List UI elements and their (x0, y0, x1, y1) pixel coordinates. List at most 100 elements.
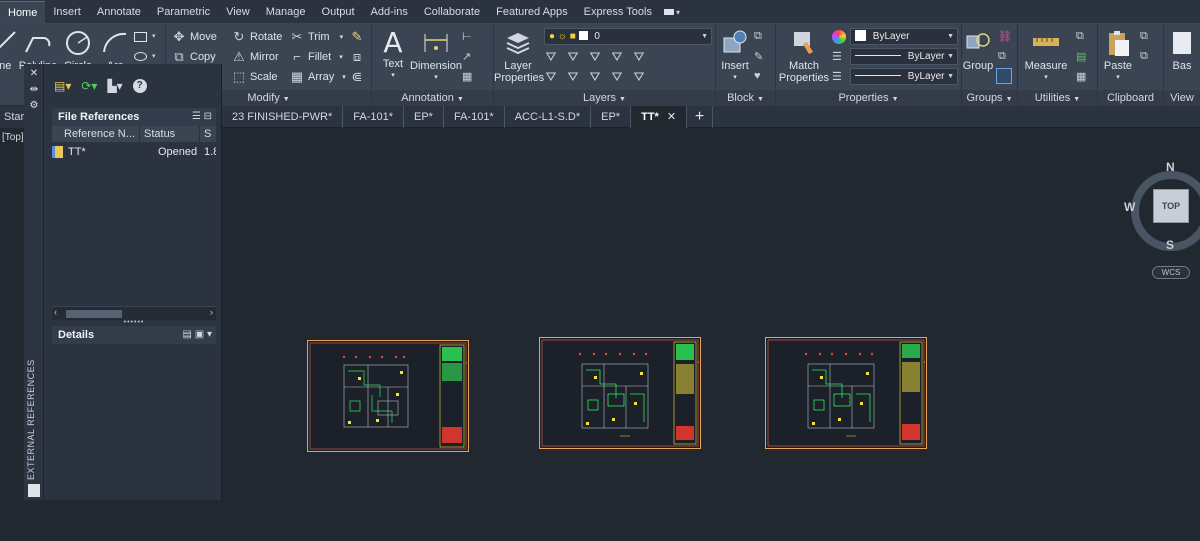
tab-manage[interactable]: Manage (258, 1, 314, 23)
layer-tool-icon[interactable]: ⛛ (566, 50, 580, 64)
compass-south[interactable]: S (1166, 238, 1174, 252)
file-tab[interactable]: FA-101* (444, 105, 505, 128)
erase-button[interactable]: ✎ (350, 30, 364, 44)
tab-featured-apps[interactable]: Featured Apps (488, 1, 576, 23)
viewcube-top-face[interactable]: TOP (1153, 189, 1189, 223)
offset-button[interactable]: ⋐ (350, 70, 364, 84)
list-view-icon[interactable]: ☰ ⊟ (192, 108, 212, 126)
compass-north[interactable]: N (1166, 160, 1175, 174)
properties-icon[interactable]: ⚙ (28, 100, 40, 112)
tab-collaborate[interactable]: Collaborate (416, 1, 488, 23)
tab-output[interactable]: Output (314, 1, 363, 23)
tab-view[interactable]: View (218, 1, 258, 23)
properties-panel-title[interactable]: Properties ▼ (776, 90, 961, 106)
file-tab[interactable]: FA-101* (343, 105, 404, 128)
trim-button[interactable]: ✂ Trim ▾ (290, 30, 344, 44)
details-header[interactable]: Details ▤ ▣ ▾ (52, 326, 216, 344)
layer-tool-icon[interactable]: ⛛ (544, 50, 558, 64)
group-selection-icon[interactable] (996, 68, 1012, 84)
file-tab[interactable]: EP* (404, 105, 444, 128)
clipboard-panel-title[interactable]: Clipboard (1098, 90, 1163, 106)
tab-express-tools[interactable]: Express Tools (576, 1, 660, 23)
details-view-icon[interactable]: ▤ ▣ ▾ (183, 326, 212, 344)
id-point-icon[interactable]: ▦ (1076, 70, 1090, 84)
tab-annotate[interactable]: Annotate (89, 1, 149, 23)
block-panel-title[interactable]: Block ▼ (716, 90, 775, 106)
layer-tool-icon[interactable]: ⛛ (632, 70, 646, 84)
text-button[interactable]: A Text ▾ (378, 28, 408, 82)
rectangle-icon[interactable] (134, 32, 147, 42)
leader-icon[interactable]: ↗ (462, 50, 476, 64)
help-icon[interactable]: ? (132, 79, 147, 93)
attach-dwg-icon[interactable]: ▤▾ (54, 79, 71, 93)
tab-parametric[interactable]: Parametric (149, 1, 218, 23)
tab-home[interactable]: Home (0, 1, 46, 23)
tab-insert[interactable]: Insert (45, 1, 89, 23)
table-icon[interactable]: ▦ (462, 70, 476, 84)
layer-tool-icon[interactable]: ⛛ (632, 50, 646, 64)
table-row[interactable]: TT* Opened 1.8 (52, 144, 216, 160)
refresh-icon[interactable]: ⟳▾ (81, 79, 97, 93)
tab-add-ins[interactable]: Add-ins (363, 1, 416, 23)
color-wheel-icon[interactable] (832, 30, 846, 44)
base-button[interactable]: Bas (1166, 28, 1198, 72)
layer-tool-icon[interactable]: ⛛ (610, 70, 624, 84)
viewcube[interactable]: N W S TOP WCS (1124, 160, 1200, 290)
scrollbar-thumb[interactable] (66, 310, 122, 318)
create-block-icon[interactable]: ⧉ (754, 30, 768, 44)
drawing-sheet[interactable] (307, 340, 484, 452)
layer-tool-icon[interactable]: ⛛ (610, 50, 624, 64)
linetype-dropdown[interactable]: ByLayer ▼ (850, 48, 958, 65)
layer-properties-button[interactable]: Layer Properties (494, 28, 544, 84)
color-dropdown[interactable]: ByLayer ▼ (850, 28, 958, 45)
scale-button[interactable]: ⬚ Scale (232, 70, 278, 84)
ungroup-icon[interactable]: ⛓ (998, 30, 1012, 44)
utilities-panel-title[interactable]: Utilities ▼ (1018, 90, 1097, 106)
calculator-icon[interactable]: ▤ (1076, 50, 1090, 64)
insert-button[interactable]: Insert ▾ (718, 28, 752, 84)
auto-hide-icon[interactable]: ⇹ (28, 84, 40, 96)
annotation-panel-title[interactable]: Annotation ▼ (372, 90, 493, 106)
close-icon[interactable]: ✕ (28, 68, 40, 80)
measure-button[interactable]: Measure ▾ (1024, 28, 1068, 84)
new-tab-button[interactable]: + (687, 105, 714, 128)
quick-select-icon[interactable]: ⧉ (1076, 30, 1090, 44)
viewport-label[interactable]: [Top] (0, 132, 24, 143)
change-path-icon[interactable]: ▙▾ (107, 79, 122, 93)
scroll-right-icon[interactable]: › (210, 307, 213, 317)
scroll-left-icon[interactable]: ‹ (54, 307, 57, 317)
column-size[interactable]: S (200, 126, 216, 142)
attribute-icon[interactable]: ♥ (754, 70, 768, 84)
drawing-sheet[interactable] (539, 337, 716, 449)
view-panel-title[interactable]: View (1164, 90, 1200, 106)
line-button[interactable]: ine (0, 28, 18, 72)
copy-button[interactable]: ⧉ Copy (172, 50, 215, 64)
compass-west[interactable]: W (1124, 200, 1135, 214)
file-references-header[interactable]: File References ☰ ⊟ (52, 108, 216, 126)
lineweight-dropdown[interactable]: ByLayer ▼ (850, 68, 958, 85)
linear-dimension-icon[interactable]: ⊢ (462, 30, 476, 44)
layers-panel-title[interactable]: Layers ▼ (494, 90, 715, 106)
linetype-icon[interactable]: ☰ (832, 50, 846, 64)
mirror-button[interactable]: ⚠ Mirror (232, 50, 279, 64)
column-status[interactable]: Status (140, 126, 200, 142)
move-button[interactable]: ✥ Move (172, 30, 217, 44)
groups-panel-title[interactable]: Groups ▼ (962, 90, 1017, 106)
rotate-button[interactable]: ↻ Rotate (232, 30, 283, 44)
group-button[interactable]: Group (962, 28, 994, 72)
paste-button[interactable]: Paste ▾ (1100, 28, 1136, 84)
dropdown-arrow-icon[interactable]: ▾ (152, 32, 166, 46)
explode-button[interactable]: ⧈ (350, 50, 364, 64)
layer-tool-icon[interactable]: ⛛ (588, 50, 602, 64)
layer-tool-icon[interactable]: ⛛ (588, 70, 602, 84)
file-tab-active[interactable]: TT* ✕ (631, 105, 688, 128)
ribbon-display-toggle[interactable]: ▾ (663, 1, 680, 23)
match-properties-button[interactable]: Match Properties (778, 28, 830, 84)
layer-tool-icon[interactable]: ⛛ (566, 70, 580, 84)
cut-icon[interactable]: ⧉ (1140, 50, 1154, 64)
close-icon[interactable]: ✕ (667, 111, 676, 123)
wcs-menu[interactable]: WCS (1152, 266, 1190, 279)
layer-tool-icon[interactable]: ⛛ (544, 70, 558, 84)
drawing-sheet[interactable] (765, 337, 942, 449)
dimension-button[interactable]: Dimension ▾ (410, 28, 462, 84)
